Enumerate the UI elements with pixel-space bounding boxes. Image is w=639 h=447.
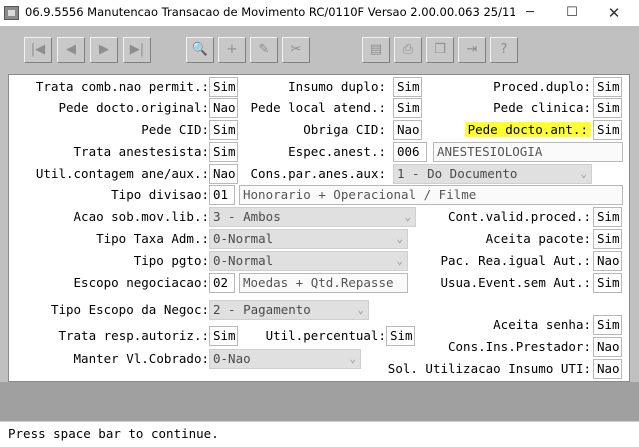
pede-cid-field[interactable]: Sim — [209, 120, 238, 140]
pede-cid-label: Pede CID: — [141, 122, 209, 137]
pede-clinica-label: Pede clinica: — [493, 100, 591, 115]
util-percentual-label: Util.percentual: — [265, 328, 386, 343]
obriga-cid-label: Obriga CID: — [303, 122, 386, 137]
trata-anestesista-field[interactable]: Sim — [209, 142, 238, 162]
cont-valid-proced-label: Cont.valid.proced.: — [448, 209, 591, 224]
util-percentual-field[interactable]: Sim — [386, 326, 415, 346]
maximize-button[interactable]: ☐ — [552, 0, 592, 26]
pede-clinica-field[interactable]: Sim — [593, 98, 622, 118]
last-record-icon[interactable]: ▶| — [123, 37, 151, 63]
aceita-pacote-field[interactable]: Sim — [593, 229, 622, 249]
app-icon — [4, 6, 19, 20]
trata-resp-autoriz-label: Trata resp.autoriz.: — [58, 328, 209, 343]
tipo-escopo-negoc-dropdown[interactable]: 2 - Pagamento ⌄ — [209, 300, 369, 320]
acao-sob-mov-label: Acao sob.mov.lib.: — [73, 209, 209, 224]
chevron-down-icon: ⌄ — [396, 254, 403, 267]
exit-icon[interactable]: ⇥ — [458, 37, 486, 63]
tipo-escopo-negoc-label: Tipo Escopo da Negoc: — [50, 302, 209, 317]
window-title: 06.9.5556 Manutencao Transacao de Movime… — [25, 5, 515, 19]
insumo-duplo-field[interactable]: Sim — [393, 77, 422, 97]
help-icon[interactable]: ? — [490, 37, 518, 63]
espec-anest-label: Espec.anest.: — [288, 144, 386, 159]
chevron-down-icon: ⌄ — [349, 352, 356, 365]
util-contagem-field[interactable]: Nao — [209, 164, 238, 184]
escopo-negociacao-label: Escopo negociacao: — [73, 275, 209, 290]
pede-docto-ant-field[interactable]: Sim — [593, 120, 622, 140]
usua-event-sem-field[interactable]: Sim — [593, 273, 622, 293]
tipo-taxa-adm-dropdown[interactable]: 0-Normal ⌄ — [209, 229, 408, 249]
pede-docto-original-label: Pede docto.original: — [58, 100, 209, 115]
title-bar: 06.9.5556 Manutencao Transacao de Movime… — [0, 0, 639, 26]
obriga-cid-field[interactable]: Nao — [393, 120, 422, 140]
tipo-taxa-adm-label: Tipo Taxa Adm.: — [96, 231, 209, 246]
minimize-button[interactable]: ─ — [510, 0, 550, 26]
pede-local-atend-field[interactable]: Sim — [393, 98, 422, 118]
pede-local-atend-label: Pede local atend.: — [250, 100, 386, 115]
manter-vl-cobrado-label: Manter Vl.Cobrado: — [73, 351, 209, 366]
highlight: Pede docto.ant.: — [464, 122, 591, 137]
manter-vl-cobrado-value: 0-Nao — [213, 351, 251, 366]
tipo-taxa-adm-value: 0-Normal — [213, 231, 274, 246]
usua-event-sem-label: Usua.Event.sem Aut.: — [440, 275, 591, 290]
util-contagem-label: Util.contagem ane/aux.: — [35, 166, 209, 181]
aceita-senha-field[interactable]: Sim — [593, 315, 622, 335]
chevron-down-icon: ⌄ — [404, 210, 411, 223]
delete-icon[interactable]: ✂ — [282, 37, 310, 63]
escopo-negociacao-description: Moedas + Qtd.Repasse — [239, 273, 408, 293]
message-bar: Press space bar to continue. — [0, 421, 639, 447]
pac-rea-igual-field[interactable]: Nao — [593, 251, 622, 271]
insumo-duplo-label: Insumo duplo: — [288, 79, 386, 94]
chevron-down-icon: ⌄ — [396, 232, 403, 245]
tipo-divisao-code-field[interactable]: 01 — [209, 185, 235, 205]
sol-utilizacao-field[interactable]: Nao — [593, 359, 622, 379]
toolbar: |◀ ◀ ▶ ▶| 🔍 + ✎ ✂ ▤ ⎙ ❐ ⇥ ? — [0, 26, 639, 74]
cons-par-anes-dropdown[interactable]: 1 - Do Documento ⌄ — [393, 164, 592, 184]
pede-docto-ant-label: Pede docto.ant.: — [464, 121, 591, 139]
cons-par-anes-label: Cons.par.anes.aux: — [250, 166, 386, 181]
aceita-senha-label: Aceita senha: — [493, 317, 591, 332]
tipo-pgto-dropdown[interactable]: 0-Normal ⌄ — [209, 251, 408, 271]
status-band — [0, 382, 639, 421]
trata-comb-field[interactable]: Sim — [209, 77, 238, 97]
pac-rea-igual-label: Pac. Rea.igual Aut.: — [440, 253, 591, 268]
trata-resp-autoriz-field[interactable]: Sim — [209, 326, 238, 346]
manter-vl-cobrado-dropdown[interactable]: 0-Nao ⌄ — [209, 349, 361, 369]
aceita-pacote-label: Aceita pacote: — [485, 231, 591, 246]
chevron-down-icon: ⌄ — [357, 303, 364, 316]
escopo-negociacao-code-field[interactable]: 02 — [209, 273, 235, 293]
espec-anest-code-field[interactable]: 006 — [393, 142, 427, 162]
tipo-pgto-value: 0-Normal — [213, 253, 274, 268]
tipo-pgto-label: Tipo pgto: — [133, 253, 209, 268]
sol-utilizacao-label: Sol. Utilizacao Insumo UTI: — [387, 361, 591, 376]
chevron-down-icon: ⌄ — [580, 167, 587, 180]
cons-ins-prestador-label: Cons.Ins.Prestador: — [448, 339, 591, 354]
proced-duplo-label: Proced.duplo: — [493, 79, 591, 94]
tipo-divisao-label: Tipo divisao: — [111, 187, 209, 202]
add-icon[interactable]: + — [218, 37, 246, 63]
tipo-escopo-negoc-value: 2 - Pagamento — [213, 302, 311, 317]
acao-sob-mov-dropdown[interactable]: 3 - Ambos ⌄ — [209, 207, 416, 227]
copy-icon[interactable]: ❐ — [426, 37, 454, 63]
document-icon[interactable]: ▤ — [362, 37, 390, 63]
cons-par-anes-value: 1 - Do Documento — [397, 166, 518, 181]
acao-sob-mov-value: 3 - Ambos — [213, 209, 281, 224]
cont-valid-proced-field[interactable]: Sim — [593, 207, 622, 227]
form-panel: Trata comb.nao permit.: Sim Insumo duplo… — [8, 74, 630, 382]
next-record-icon[interactable]: ▶ — [90, 37, 118, 63]
espec-anest-description: ANESTESIOLOGIA — [433, 142, 623, 162]
edit-icon[interactable]: ✎ — [250, 37, 278, 63]
trata-anestesista-label: Trata anestesista: — [73, 144, 209, 159]
proced-duplo-field[interactable]: Sim — [593, 77, 622, 97]
print-icon[interactable]: ⎙ — [394, 37, 422, 63]
tipo-divisao-description: Honorario + Operacional / Filme — [239, 185, 623, 205]
pede-docto-original-field[interactable]: Nao — [209, 98, 238, 118]
main-area: |◀ ◀ ▶ ▶| 🔍 + ✎ ✂ ▤ ⎙ ❐ ⇥ ? Trata comb.n… — [0, 26, 639, 421]
search-icon[interactable]: 🔍 — [186, 37, 214, 63]
trata-comb-label: Trata comb.nao permit.: — [35, 79, 209, 94]
previous-record-icon[interactable]: ◀ — [57, 37, 85, 63]
first-record-icon[interactable]: |◀ — [24, 37, 52, 63]
status-message: Press space bar to continue. — [8, 426, 219, 441]
close-button[interactable]: ✕ — [594, 0, 634, 26]
cons-ins-prestador-field[interactable]: Nao — [593, 337, 622, 357]
